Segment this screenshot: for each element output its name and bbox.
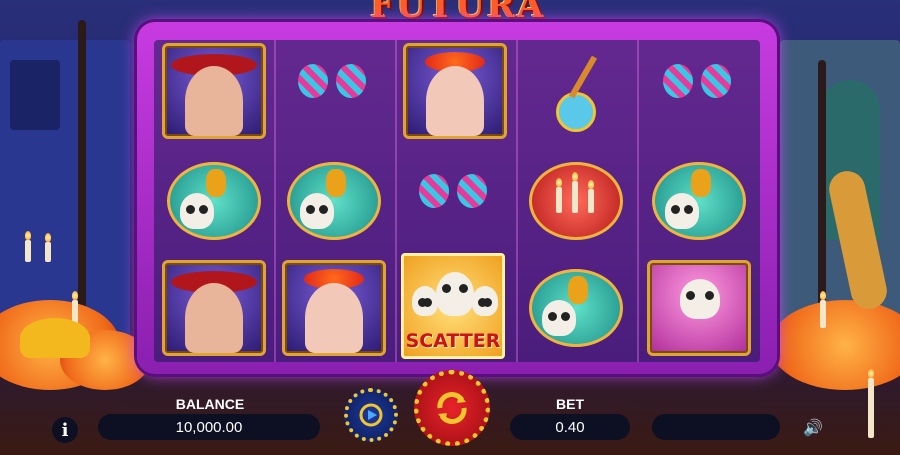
maraca-icon	[663, 64, 693, 98]
symbol-maracas	[647, 45, 751, 137]
symbol-cat-skull	[647, 260, 751, 356]
symbol-scatter: SCATTER	[401, 253, 505, 359]
symbol-maracas	[282, 45, 386, 137]
candle-icon	[556, 178, 562, 213]
symbol-skull-pineapple	[524, 262, 628, 354]
street-lamp-left	[78, 20, 86, 320]
reel-separator	[274, 40, 276, 362]
maraca-icon	[457, 174, 487, 208]
calavera-face	[305, 283, 363, 353]
autoplay-button[interactable]	[344, 388, 398, 442]
marigold-pile-right	[770, 300, 900, 390]
symbol-skull-pineapple	[282, 155, 386, 247]
reel-frame: SCATTER	[137, 22, 777, 374]
pineapple-icon	[206, 169, 226, 197]
sound-icon[interactable]: 🔊	[803, 418, 823, 437]
skull-icon	[472, 286, 498, 316]
win-field	[652, 414, 780, 440]
reel-separator	[637, 40, 639, 362]
scatter-label: SCATTER	[405, 330, 501, 352]
mariachi-face	[185, 66, 243, 136]
guitar-icon	[556, 92, 596, 132]
maraca-icon	[701, 64, 731, 98]
maraca-icon	[298, 64, 328, 98]
calavera-face	[426, 66, 484, 136]
left-window	[10, 60, 60, 130]
symbol-candles	[524, 155, 628, 247]
pineapple-icon	[691, 169, 711, 197]
pineapple-icon	[326, 169, 346, 197]
autoplay-icon	[359, 403, 383, 427]
info-button[interactable]: i	[52, 417, 78, 443]
candle	[45, 233, 51, 262]
mariachi-face	[185, 283, 243, 353]
candle-icon	[588, 180, 594, 213]
skull-icon	[180, 193, 214, 229]
balance-label: BALANCE	[175, 396, 245, 412]
reel-separator	[516, 40, 518, 362]
pineapple-icon	[568, 276, 588, 304]
maraca-icon	[419, 174, 449, 208]
skull-icon	[412, 286, 438, 316]
bet-value[interactable]: 0.40	[510, 414, 630, 440]
candle	[25, 231, 31, 262]
cat-skull-icon	[680, 279, 720, 319]
balance-value: 10,000.00	[98, 414, 320, 440]
skull-icon	[542, 300, 576, 336]
reel-separator	[395, 40, 397, 362]
skull-icon	[300, 193, 334, 229]
skull-icon	[436, 272, 474, 316]
symbol-mariachi-man	[162, 43, 266, 139]
symbol-skull-pineapple	[647, 155, 751, 247]
sombrero-icon	[20, 318, 90, 358]
symbol-guitar	[524, 45, 628, 137]
candle	[820, 291, 826, 328]
symbol-calavera-woman	[282, 260, 386, 356]
symbol-maracas	[403, 155, 507, 247]
candle-icon	[572, 172, 578, 213]
street-lamp-right	[818, 60, 826, 320]
spin-button[interactable]	[414, 370, 490, 446]
reel-grid: SCATTER	[154, 40, 760, 362]
spin-arrows-icon	[437, 392, 467, 424]
skull-icon	[665, 193, 699, 229]
symbol-calavera-woman	[403, 43, 507, 139]
symbol-skull-pineapple	[162, 155, 266, 247]
bet-label: BET	[556, 396, 584, 412]
symbol-mariachi-man	[162, 260, 266, 356]
maraca-icon	[336, 64, 366, 98]
